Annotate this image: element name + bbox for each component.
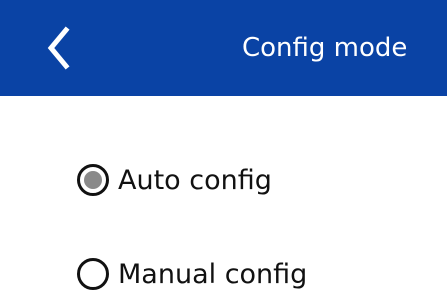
- manual-config-option[interactable]: Manual config: [76, 250, 307, 298]
- radio-selected-icon[interactable]: [76, 163, 110, 197]
- auto-config-option[interactable]: Auto config: [76, 156, 272, 204]
- back-button[interactable]: [36, 22, 86, 74]
- auto-config-label: Auto config: [118, 164, 272, 196]
- manual-config-label: Manual config: [118, 258, 308, 290]
- radio-unselected-icon[interactable]: [76, 257, 110, 291]
- header-bar: Config mode: [0, 0, 447, 96]
- chevron-left-icon: [36, 22, 86, 74]
- page-title: Config mode: [242, 33, 408, 63]
